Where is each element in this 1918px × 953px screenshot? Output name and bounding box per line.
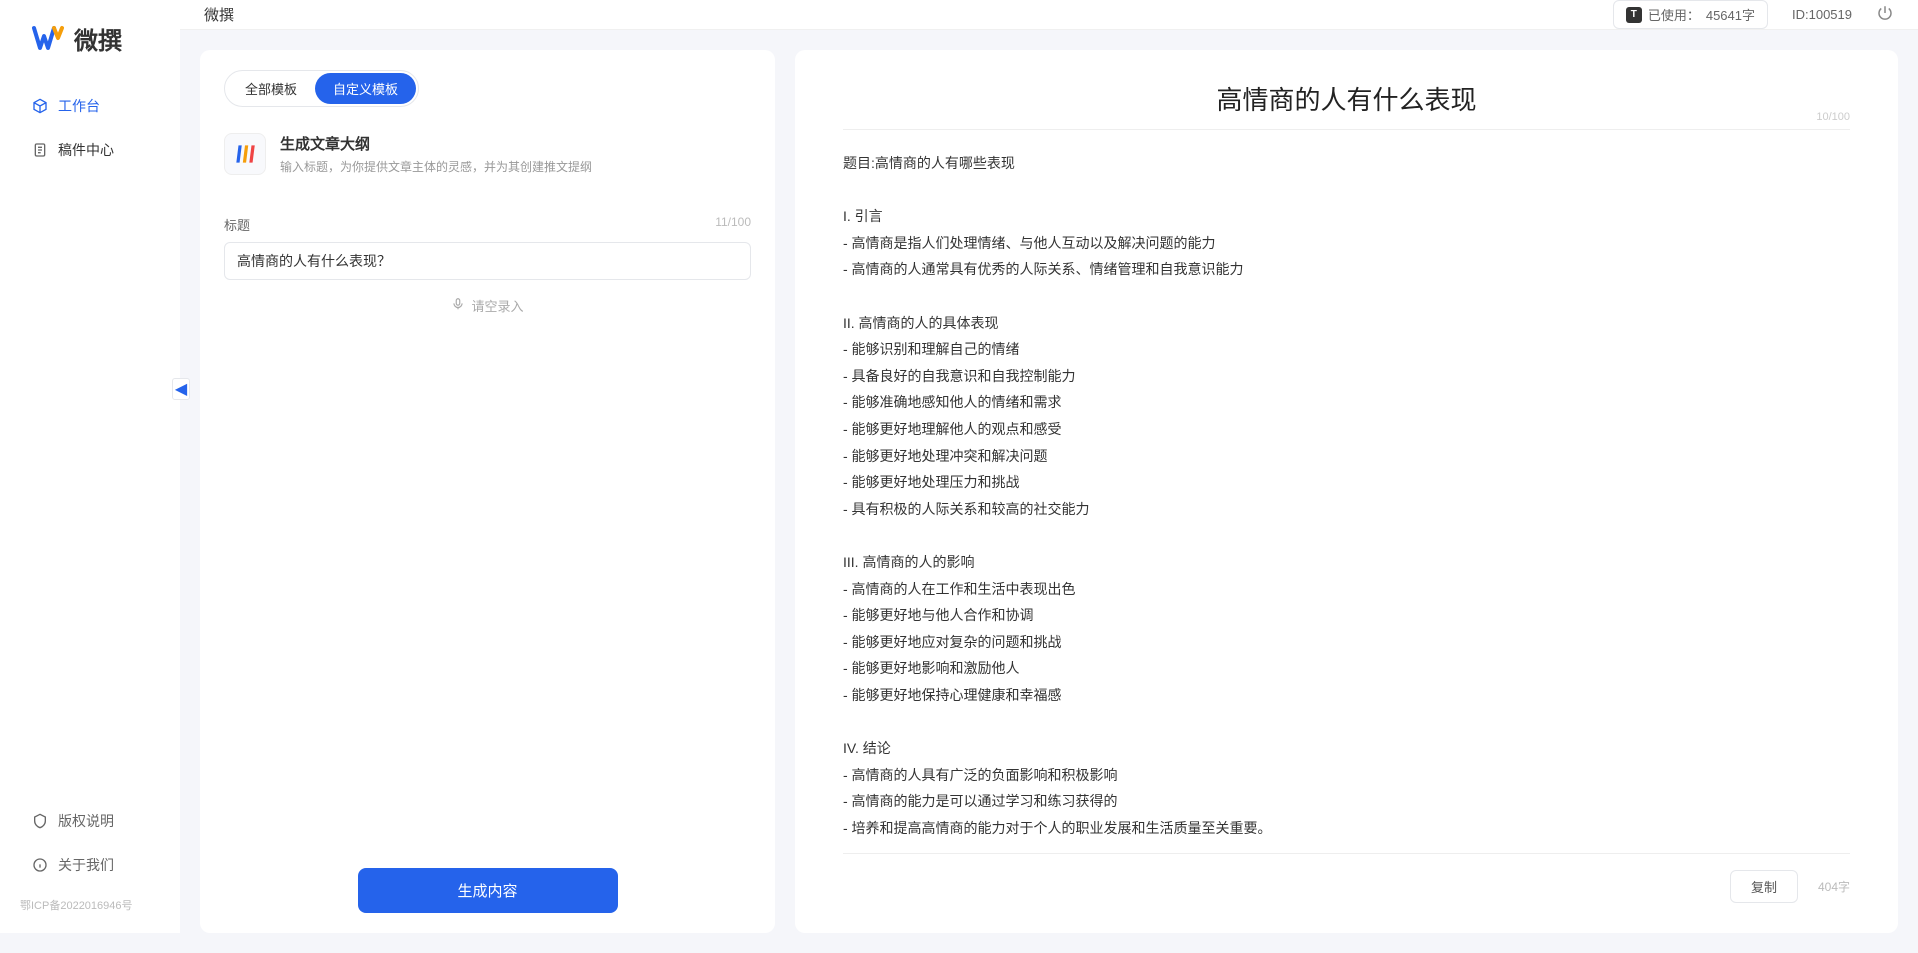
- usage-value: 45641字: [1706, 5, 1755, 24]
- sidebar-collapse-toggle[interactable]: ◀: [172, 378, 190, 400]
- sidebar-footer: 版权说明 关于我们: [0, 801, 180, 889]
- template-info: 生成文章大纲 输入标题，为你提供文章主体的灵感，并为其创建推文提纲: [280, 133, 592, 175]
- tab-custom-templates[interactable]: 自定义模板: [315, 73, 416, 104]
- nav-label: 工作台: [58, 96, 100, 116]
- nav-item-workbench[interactable]: 工作台: [20, 86, 160, 126]
- nav-item-copyright[interactable]: 版权说明: [20, 801, 160, 841]
- logo-icon: [30, 20, 66, 56]
- text-icon: T: [1626, 7, 1642, 23]
- topbar-right: T 已使用： 45641字 ID:100519: [1613, 0, 1894, 29]
- cube-icon: [32, 98, 48, 114]
- template-title: 生成文章大纲: [280, 133, 592, 154]
- microphone-icon: [451, 297, 465, 314]
- nav-label: 版权说明: [58, 811, 114, 831]
- tab-all-templates[interactable]: 全部模板: [227, 73, 315, 104]
- voice-input-button[interactable]: 请空录入: [224, 280, 751, 331]
- generate-button[interactable]: 生成内容: [358, 868, 618, 913]
- left-panel: 全部模板 自定义模板 生成文章大纲 输入标题，为你提供文章主体的灵感，并为其创建…: [200, 50, 775, 933]
- document-icon: [32, 142, 48, 158]
- title-input[interactable]: [224, 242, 751, 280]
- char-count: 404字: [1818, 878, 1850, 895]
- nav-item-about[interactable]: 关于我们: [20, 845, 160, 885]
- sidebar: 微撰 工作台 稿件中心 版权说明: [0, 0, 180, 933]
- main: 微撰 T 已使用： 45641字 ID:100519 全部模板 自定义模板: [180, 0, 1918, 933]
- divider: [843, 129, 1850, 130]
- result-title-counter: 10/100: [1816, 111, 1850, 123]
- result-title: 高情商的人有什么表现: [843, 80, 1850, 117]
- copy-button[interactable]: 复制: [1730, 870, 1798, 903]
- field-counter: 11/100: [715, 215, 751, 234]
- nav-label: 关于我们: [58, 855, 114, 875]
- topbar: 微撰 T 已使用： 45641字 ID:100519: [180, 0, 1918, 30]
- nav: 工作台 稿件中心: [0, 86, 180, 801]
- template-icon: [224, 133, 266, 175]
- usage-badge[interactable]: T 已使用： 45641字: [1613, 0, 1768, 29]
- usage-prefix: 已使用：: [1648, 5, 1700, 24]
- template-desc: 输入标题，为你提供文章主体的灵感，并为其创建推文提纲: [280, 158, 592, 175]
- page-title: 微撰: [204, 4, 234, 25]
- logo: 微撰: [0, 20, 180, 86]
- info-icon: [32, 857, 48, 873]
- nav-label: 稿件中心: [58, 140, 114, 160]
- content: 全部模板 自定义模板 生成文章大纲 输入标题，为你提供文章主体的灵感，并为其创建…: [180, 30, 1918, 953]
- field-label-row: 标题 11/100: [224, 215, 751, 234]
- icp-text: 鄂ICP备2022016946号: [0, 889, 180, 913]
- shield-icon: [32, 813, 48, 829]
- user-id: ID:100519: [1792, 7, 1852, 22]
- template-tabs: 全部模板 自定义模板: [224, 70, 419, 107]
- voice-hint: 请空录入: [471, 296, 523, 315]
- nav-item-drafts[interactable]: 稿件中心: [20, 130, 160, 170]
- field-label: 标题: [224, 215, 250, 234]
- app-root: 微撰 工作台 稿件中心 版权说明: [0, 0, 1918, 933]
- template-card: 生成文章大纲 输入标题，为你提供文章主体的灵感，并为其创建推文提纲: [224, 127, 751, 195]
- chevron-left-icon: ◀: [175, 379, 187, 399]
- power-icon[interactable]: [1876, 4, 1894, 25]
- left-panel-footer: 生成内容: [224, 848, 751, 913]
- result-body[interactable]: 题目:高情商的人有哪些表现 I. 引言 - 高情商是指人们处理情绪、与他人互动以…: [843, 150, 1850, 841]
- right-panel: 高情商的人有什么表现 10/100 题目:高情商的人有哪些表现 I. 引言 - …: [795, 50, 1898, 933]
- result-footer: 复制 404字: [843, 853, 1850, 903]
- result-header: 高情商的人有什么表现 10/100: [843, 80, 1850, 117]
- logo-text: 微撰: [74, 21, 122, 56]
